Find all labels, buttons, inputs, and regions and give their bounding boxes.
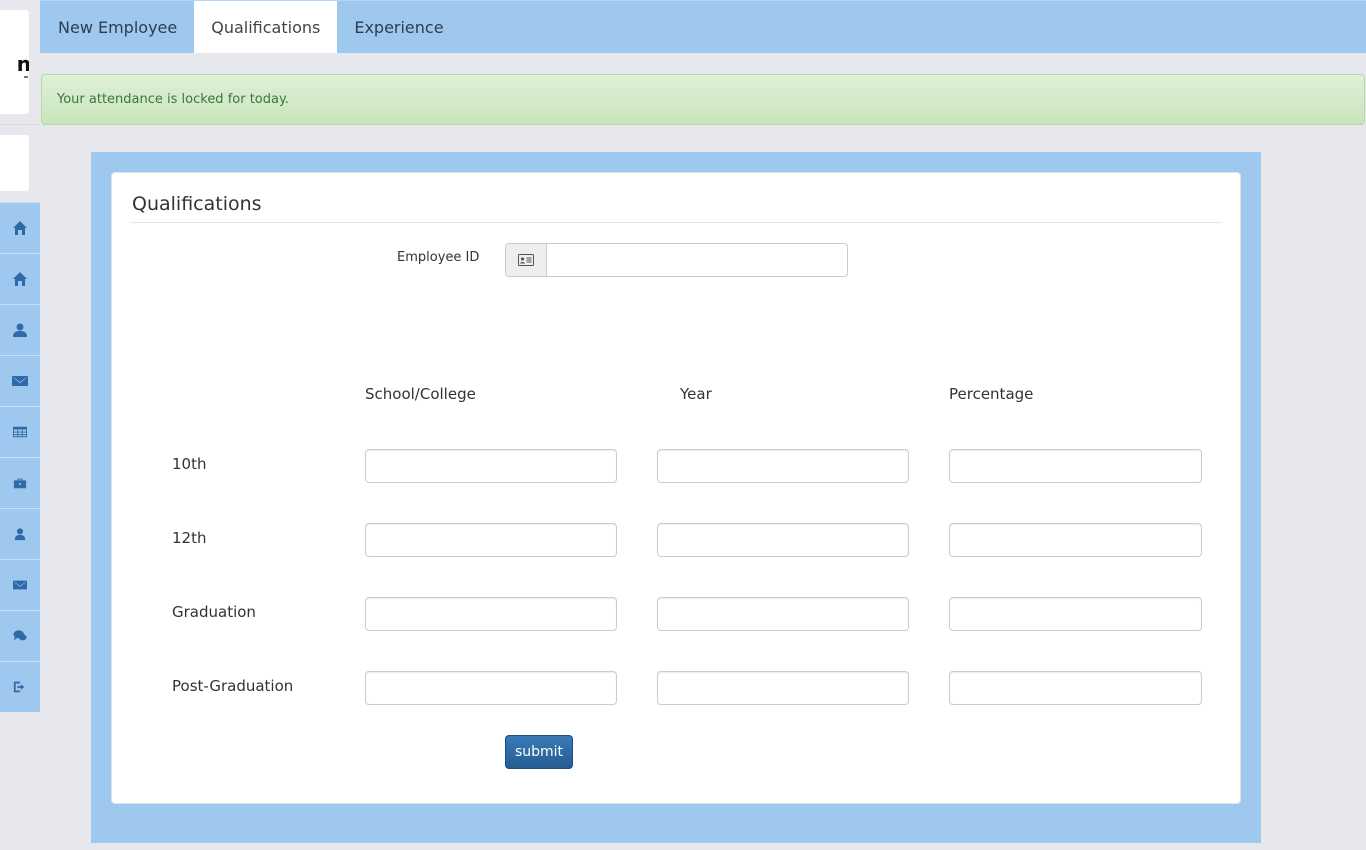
sidebar: n	[0, 0, 40, 850]
sidebar-item-mail[interactable]	[0, 355, 40, 406]
page-title: Qualifications	[132, 193, 262, 215]
envelope-icon	[13, 580, 27, 590]
column-header-year: Year	[680, 385, 712, 403]
column-header-percentage: Percentage	[949, 385, 1034, 403]
logout-icon	[13, 681, 25, 693]
sidebar-item-jobs[interactable]	[0, 457, 40, 508]
row-label-graduation: Graduation	[172, 603, 256, 621]
table-icon	[13, 426, 27, 438]
user-icon	[13, 323, 27, 337]
sidebar-item-chat[interactable]	[0, 610, 40, 661]
sidebar-item-table[interactable]	[0, 406, 40, 457]
tab-new-employee[interactable]: New Employee	[41, 1, 194, 53]
sidebar-divider	[0, 124, 40, 125]
sidebar-menu	[0, 202, 40, 712]
attendance-alert: Your attendance is locked for today.	[41, 74, 1365, 125]
sidebar-item-profile[interactable]	[0, 304, 40, 355]
id-card-icon	[518, 254, 534, 266]
graduation-percentage-input[interactable]	[949, 597, 1202, 631]
qualifications-card: Qualifications Employee ID School/Colleg…	[111, 172, 1241, 804]
12th-year-input[interactable]	[657, 523, 909, 557]
logo: n	[0, 10, 29, 114]
title-divider	[131, 222, 1221, 223]
graduation-year-input[interactable]	[657, 597, 909, 631]
sidebar-item-home-2[interactable]	[0, 253, 40, 304]
post-graduation-year-input[interactable]	[657, 671, 909, 705]
column-header-school: School/College	[365, 385, 476, 403]
row-label-12th: 12th	[172, 529, 207, 547]
home-icon	[13, 221, 27, 235]
briefcase-icon	[13, 478, 27, 489]
top-tab-bar: New Employee Qualifications Experience	[40, 0, 1366, 53]
employee-id-input[interactable]	[546, 243, 848, 277]
envelope-icon	[12, 376, 28, 386]
content-panel: Qualifications Employee ID School/Colleg…	[91, 152, 1261, 843]
10th-year-input[interactable]	[657, 449, 909, 483]
tab-qualifications[interactable]: Qualifications	[194, 1, 338, 53]
employee-id-label: Employee ID	[397, 250, 480, 265]
sidebar-item-messages[interactable]	[0, 559, 40, 610]
10th-percentage-input[interactable]	[949, 449, 1202, 483]
comments-icon	[13, 630, 27, 641]
12th-school-input[interactable]	[365, 523, 617, 557]
sidebar-item-logout[interactable]	[0, 661, 40, 712]
row-label-post-graduation: Post-Graduation	[172, 677, 294, 695]
alert-text: Your attendance is locked for today.	[57, 92, 289, 107]
id-card-addon	[505, 243, 547, 277]
row-label-10th: 10th	[172, 455, 207, 473]
tab-experience[interactable]: Experience	[337, 1, 460, 53]
graduation-school-input[interactable]	[365, 597, 617, 631]
post-graduation-school-input[interactable]	[365, 671, 617, 705]
10th-school-input[interactable]	[365, 449, 617, 483]
logo-glyph: n	[16, 52, 29, 76]
sidebar-profile-box	[0, 135, 29, 191]
sidebar-item-home[interactable]	[0, 202, 40, 253]
12th-percentage-input[interactable]	[949, 523, 1202, 557]
sidebar-item-user[interactable]	[0, 508, 40, 559]
post-graduation-percentage-input[interactable]	[949, 671, 1202, 705]
submit-button[interactable]: submit	[505, 735, 573, 769]
user-icon	[14, 528, 26, 541]
logo-mark	[24, 76, 28, 78]
home-icon	[13, 272, 27, 286]
